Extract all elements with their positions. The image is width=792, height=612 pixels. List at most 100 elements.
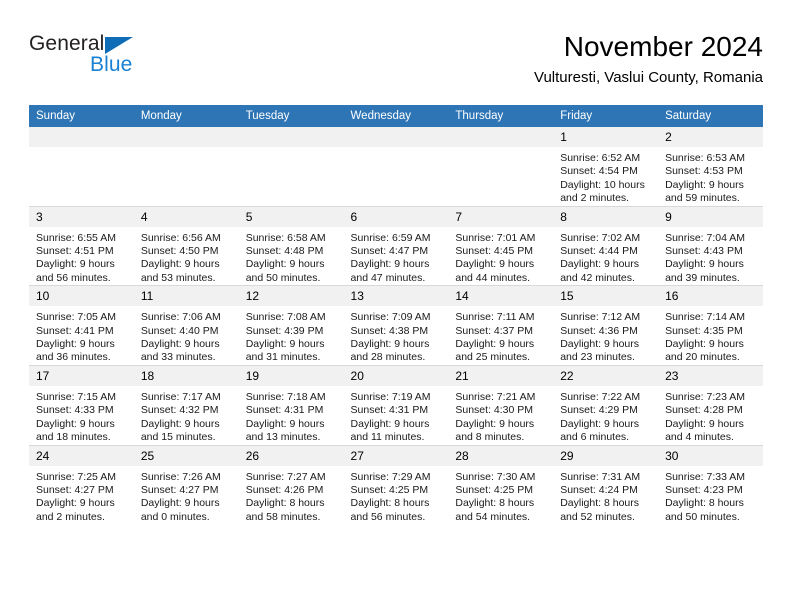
calendar-day-cell[interactable]: 22 Sunrise: 7:22 AM Sunset: 4:29 PM Dayligh… bbox=[553, 364, 659, 445]
calendar-day-cell[interactable]: 19 Sunrise: 7:18 AM Sunset: 4:31 PM Dayligh… bbox=[238, 364, 344, 445]
calendar-day-cell[interactable]: 11 Sunrise: 7:06 AM Sunset: 4:40 PM Dayligh… bbox=[133, 285, 239, 366]
calendar-day-cell[interactable]: 1 Sunrise: 6:52 AM Sunset: 4:54 PM Daylight… bbox=[553, 127, 659, 207]
sunrise-time: Sunrise: 7:09 AM bbox=[350, 311, 431, 324]
calendar-day-cell[interactable]: 25 Sunrise: 7:26 AM Sunset: 4:27 PM Dayligh… bbox=[133, 444, 239, 525]
sunrise-time: Sunrise: 7:15 AM bbox=[36, 390, 116, 403]
sunrise-time: Sunrise: 6:52 AM bbox=[560, 152, 641, 164]
sunset-time: Sunset: 4:37 PM bbox=[455, 324, 534, 337]
day-number: 18 bbox=[133, 365, 239, 386]
calendar-day-cell[interactable]: 27 Sunrise: 7:29 AM Sunset: 4:25 PM Dayligh… bbox=[343, 444, 449, 525]
sunrise-time: Sunrise: 6:59 AM bbox=[350, 231, 431, 244]
sunset-time: Sunset: 4:47 PM bbox=[350, 245, 429, 258]
calendar-day-cell[interactable]: 30 Sunrise: 7:33 AM Sunset: 4:23 PM Dayligh… bbox=[658, 444, 763, 525]
day-number bbox=[343, 127, 449, 147]
day-details: Sunrise: 7:08 AM Sunset: 4:39 PM Daylight:… bbox=[239, 306, 344, 365]
daylight-duration-line2: and 56 minutes. bbox=[350, 510, 426, 523]
calendar-day-cell[interactable]: 18 Sunrise: 7:17 AM Sunset: 4:32 PM Dayligh… bbox=[133, 364, 239, 445]
weekday-header-sunday: Sunday bbox=[29, 105, 134, 127]
calendar-day-cell[interactable]: 23 Sunrise: 7:23 AM Sunset: 4:28 PM Dayligh… bbox=[658, 364, 763, 445]
day-number bbox=[29, 127, 134, 147]
sunrise-sunset-calendar-table: Sunday Monday Tuesday Wednesday Thursday… bbox=[29, 105, 763, 525]
day-details: Sunrise: 7:19 AM Sunset: 4:31 PM Daylight:… bbox=[344, 386, 449, 445]
daylight-duration-line1: Daylight: 9 hours bbox=[140, 258, 220, 271]
daylight-duration-line1: Daylight: 9 hours bbox=[455, 417, 535, 430]
daylight-duration-line2: and 33 minutes. bbox=[140, 351, 216, 364]
calendar-day-cell[interactable]: 29 Sunrise: 7:31 AM Sunset: 4:24 PM Dayligh… bbox=[553, 444, 659, 525]
day-number: 1 bbox=[553, 127, 659, 147]
calendar-day-cell[interactable]: 4 Sunrise: 6:56 AM Sunset: 4:50 PM Daylight… bbox=[133, 205, 239, 286]
sunrise-time: Sunrise: 7:31 AM bbox=[560, 470, 641, 483]
sunrise-time: Sunrise: 7:30 AM bbox=[455, 470, 536, 483]
calendar-day-cell[interactable]: 13 Sunrise: 7:09 AM Sunset: 4:38 PM Dayligh… bbox=[343, 285, 449, 366]
weekday-header-monday: Monday bbox=[133, 105, 239, 127]
daylight-duration-line1: Daylight: 9 hours bbox=[560, 417, 640, 430]
day-number: 2 bbox=[658, 127, 763, 147]
calendar-day-cell[interactable]: 24 Sunrise: 7:25 AM Sunset: 4:27 PM Dayligh… bbox=[29, 444, 134, 525]
daylight-duration-line1: Daylight: 9 hours bbox=[560, 338, 640, 351]
day-number: 22 bbox=[553, 365, 659, 386]
day-details: Sunrise: 6:56 AM Sunset: 4:50 PM Daylight:… bbox=[134, 227, 239, 286]
daylight-duration-line1: Daylight: 9 hours bbox=[140, 417, 220, 430]
sunset-time: Sunset: 4:48 PM bbox=[245, 245, 324, 258]
day-details: Sunrise: 7:06 AM Sunset: 4:40 PM Daylight:… bbox=[134, 306, 239, 365]
sunset-time: Sunset: 4:29 PM bbox=[560, 404, 638, 417]
calendar-cell-empty bbox=[238, 127, 344, 207]
calendar-day-cell[interactable]: 15 Sunrise: 7:12 AM Sunset: 4:36 PM Dayligh… bbox=[553, 285, 659, 366]
calendar-day-cell[interactable]: 6 Sunrise: 6:59 AM Sunset: 4:47 PM Daylight… bbox=[343, 205, 449, 286]
day-details: Sunrise: 7:02 AM Sunset: 4:44 PM Daylight:… bbox=[553, 227, 658, 286]
daylight-duration-line2: and 47 minutes. bbox=[350, 271, 426, 284]
calendar-day-cell[interactable]: 14 Sunrise: 7:11 AM Sunset: 4:37 PM Dayligh… bbox=[448, 285, 554, 366]
day-number: 14 bbox=[448, 286, 554, 307]
calendar-day-cell[interactable]: 8 Sunrise: 7:02 AM Sunset: 4:44 PM Daylight… bbox=[553, 205, 659, 286]
weekday-header-row: Sunday Monday Tuesday Wednesday Thursday… bbox=[29, 105, 763, 127]
calendar-day-cell[interactable]: 20 Sunrise: 7:19 AM Sunset: 4:31 PM Dayligh… bbox=[343, 364, 449, 445]
calendar-day-cell[interactable]: 28 Sunrise: 7:30 AM Sunset: 4:25 PM Dayligh… bbox=[448, 444, 554, 525]
daylight-duration-line2: and 42 minutes. bbox=[560, 271, 635, 284]
calendar-day-cell[interactable]: 12 Sunrise: 7:08 AM Sunset: 4:39 PM Dayligh… bbox=[238, 285, 344, 366]
daylight-duration-line2: and 31 minutes. bbox=[245, 351, 321, 364]
day-number: 13 bbox=[343, 286, 449, 307]
calendar-day-cell[interactable]: 17 Sunrise: 7:15 AM Sunset: 4:33 PM Dayligh… bbox=[29, 364, 134, 445]
sunrise-time: Sunrise: 7:02 AM bbox=[560, 231, 641, 244]
daylight-duration-line1: Daylight: 9 hours bbox=[665, 258, 744, 271]
daylight-duration-line2: and 13 minutes. bbox=[245, 431, 321, 444]
day-details: Sunrise: 7:30 AM Sunset: 4:25 PM Daylight:… bbox=[448, 466, 553, 525]
calendar-body: 1 Sunrise: 6:52 AM Sunset: 4:54 PM Daylight… bbox=[29, 127, 763, 525]
daylight-duration-line1: Daylight: 9 hours bbox=[665, 178, 744, 191]
calendar-header-row-group: Sunday Monday Tuesday Wednesday Thursday… bbox=[29, 105, 763, 127]
daylight-duration-line1: Daylight: 9 hours bbox=[350, 258, 430, 271]
daylight-duration-line2: and 52 minutes. bbox=[560, 510, 635, 523]
daylight-duration-line1: Daylight: 9 hours bbox=[140, 338, 220, 351]
sunset-time: Sunset: 4:43 PM bbox=[665, 245, 743, 258]
day-details: Sunrise: 7:27 AM Sunset: 4:26 PM Daylight:… bbox=[239, 466, 344, 525]
daylight-duration-line1: Daylight: 9 hours bbox=[140, 497, 220, 510]
sunrise-time: Sunrise: 7:17 AM bbox=[140, 390, 221, 403]
day-details: Sunrise: 7:12 AM Sunset: 4:36 PM Daylight:… bbox=[553, 306, 658, 365]
day-number: 9 bbox=[658, 206, 763, 227]
calendar-week-row: 24 Sunrise: 7:25 AM Sunset: 4:27 PM Dayligh… bbox=[29, 444, 763, 525]
calendar-day-cell[interactable]: 2 Sunrise: 6:53 AM Sunset: 4:53 PM Daylight… bbox=[658, 127, 763, 207]
daylight-duration-line1: Daylight: 9 hours bbox=[665, 417, 744, 430]
daylight-duration-line2: and 50 minutes. bbox=[245, 271, 321, 284]
day-details: Sunrise: 6:59 AM Sunset: 4:47 PM Daylight:… bbox=[344, 227, 449, 286]
daylight-duration-line2: and 23 minutes. bbox=[560, 351, 635, 364]
sunset-time: Sunset: 4:51 PM bbox=[36, 245, 114, 258]
calendar-day-cell[interactable]: 7 Sunrise: 7:01 AM Sunset: 4:45 PM Daylight… bbox=[448, 205, 554, 286]
daylight-duration-line2: and 25 minutes. bbox=[455, 351, 531, 364]
page-title: November 2024 bbox=[563, 31, 763, 62]
calendar-day-cell[interactable]: 16 Sunrise: 7:14 AM Sunset: 4:35 PM Dayligh… bbox=[658, 285, 763, 366]
daylight-duration-line2: and 50 minutes. bbox=[665, 510, 740, 523]
calendar-day-cell[interactable]: 10 Sunrise: 7:05 AM Sunset: 4:41 PM Dayligh… bbox=[29, 285, 134, 366]
weekday-header-thursday: Thursday bbox=[448, 105, 554, 127]
weekday-header-wednesday: Wednesday bbox=[343, 105, 449, 127]
calendar-day-cell[interactable]: 9 Sunrise: 7:04 AM Sunset: 4:43 PM Daylight… bbox=[658, 205, 763, 286]
calendar-day-cell[interactable]: 5 Sunrise: 6:58 AM Sunset: 4:48 PM Daylight… bbox=[238, 205, 344, 286]
sunrise-time: Sunrise: 6:56 AM bbox=[140, 231, 221, 244]
calendar-day-cell[interactable]: 3 Sunrise: 6:55 AM Sunset: 4:51 PM Daylight… bbox=[29, 205, 134, 286]
day-number: 26 bbox=[238, 445, 344, 466]
day-details: Sunrise: 6:55 AM Sunset: 4:51 PM Daylight:… bbox=[29, 227, 134, 286]
calendar-day-cell[interactable]: 21 Sunrise: 7:21 AM Sunset: 4:30 PM Dayligh… bbox=[448, 364, 554, 445]
calendar-day-cell[interactable]: 26 Sunrise: 7:27 AM Sunset: 4:26 PM Dayligh… bbox=[238, 444, 344, 525]
general-blue-logo[interactable]: General Blue bbox=[29, 32, 249, 88]
sunrise-time: Sunrise: 6:53 AM bbox=[665, 152, 746, 164]
